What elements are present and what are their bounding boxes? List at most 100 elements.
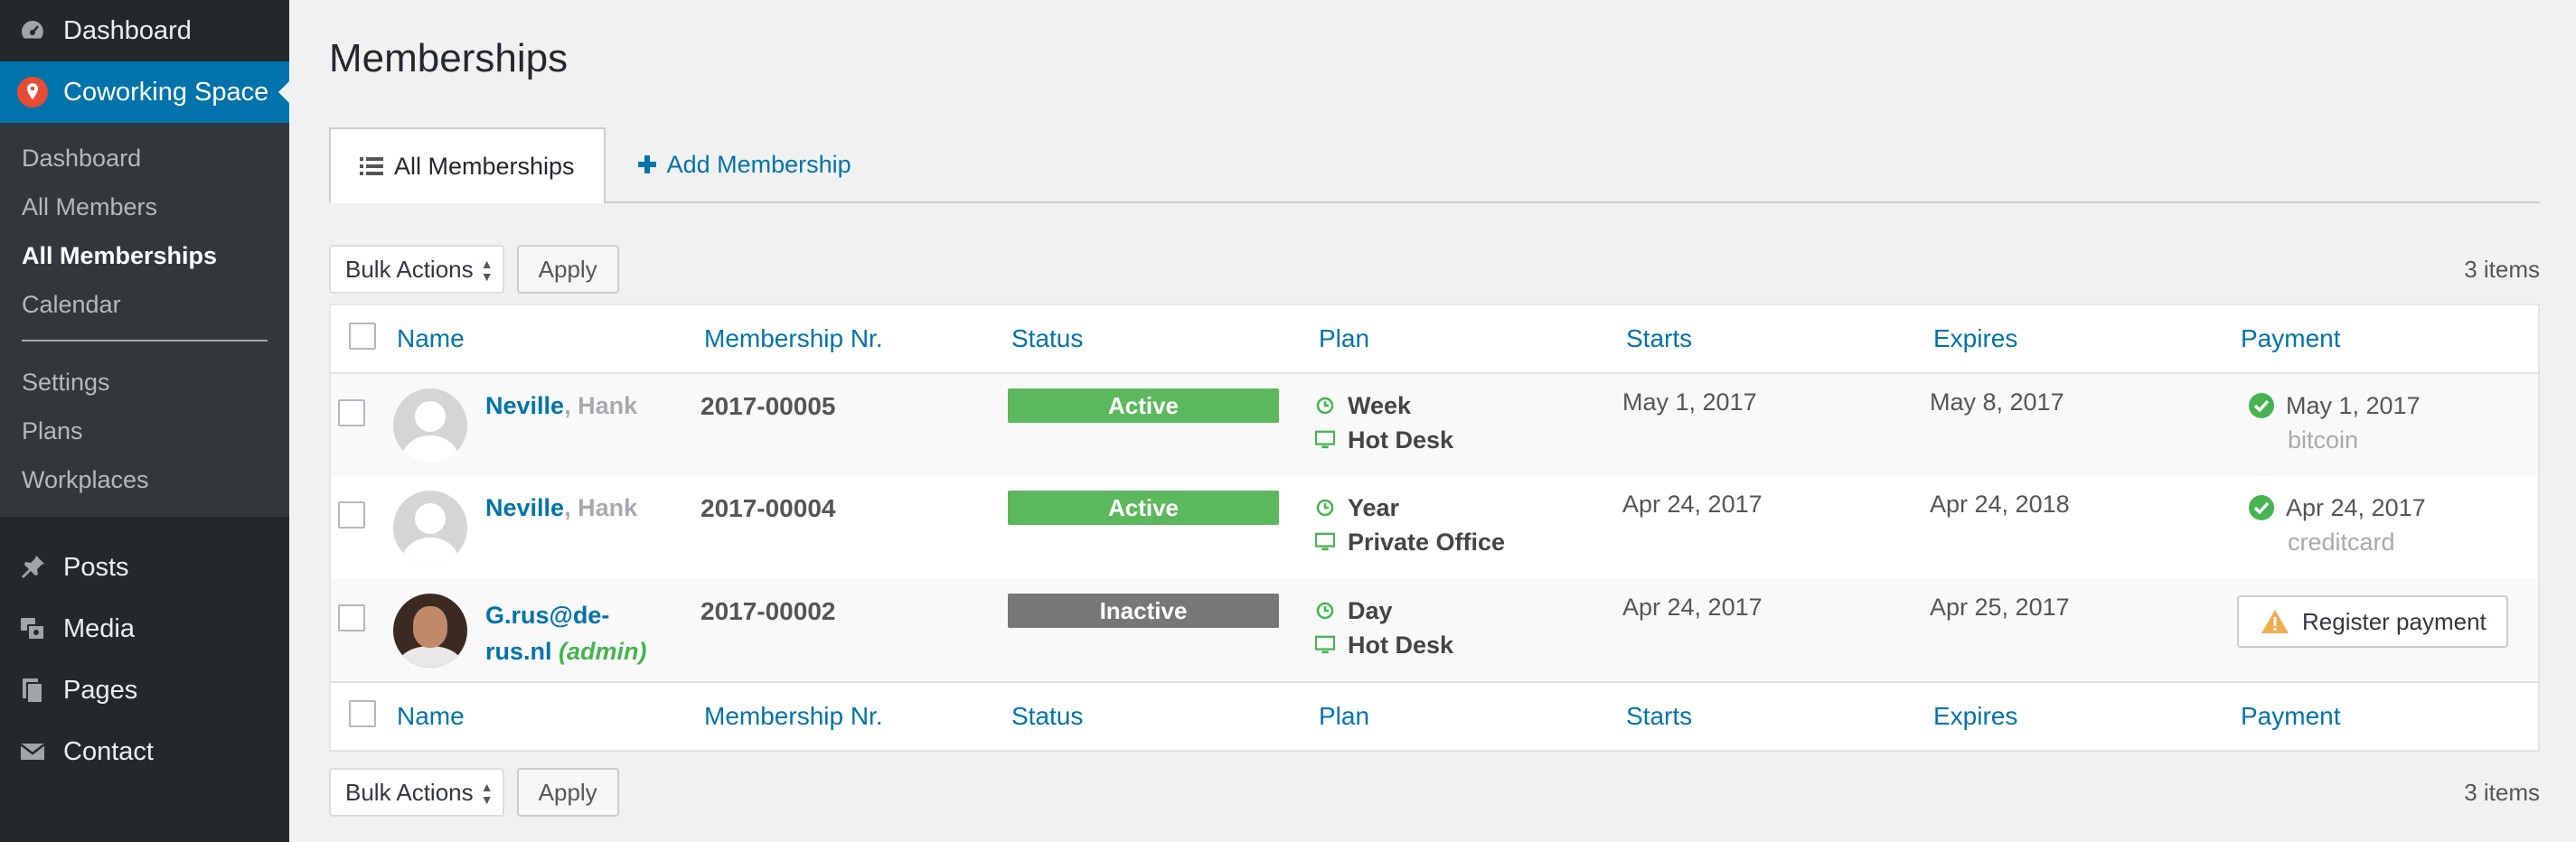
register-payment-button[interactable]: Register payment — [2237, 595, 2508, 648]
row-checkbox[interactable] — [338, 604, 365, 632]
bulk-actions-label: Bulk Actions — [345, 778, 474, 806]
menu-dashboard[interactable]: Dashboard — [0, 0, 289, 61]
avatar — [393, 388, 467, 463]
member-first-name: Hank — [578, 392, 638, 419]
starts-date: Apr 24, 2017 — [1622, 491, 1763, 518]
menu-contact-label: Contact — [63, 736, 154, 766]
col-plan[interactable]: Plan — [1315, 304, 1622, 374]
tab-add-membership[interactable]: Add Membership — [606, 127, 851, 201]
admin-sidebar: Dashboard Coworking Space Dashboard All … — [0, 0, 289, 842]
col-payment[interactable]: Payment — [2237, 304, 2539, 374]
menu-dashboard-label: Dashboard — [63, 15, 192, 45]
submenu-calendar[interactable]: Calendar — [0, 280, 289, 329]
avatar — [393, 491, 467, 565]
col-starts[interactable]: Starts — [1622, 304, 1930, 374]
member-email-cont[interactable]: rus.nl — [485, 638, 552, 665]
plan-period: Day — [1348, 597, 1393, 624]
media-icon — [16, 613, 49, 645]
register-payment-label: Register payment — [2302, 607, 2487, 635]
row-checkbox[interactable] — [338, 501, 365, 529]
tab-add-label: Add Membership — [666, 150, 851, 178]
table-row: Neville, Hank 2017-00004 Active Year Pri… — [330, 476, 2539, 579]
plan-period: Week — [1348, 392, 1412, 419]
warning-icon — [2261, 609, 2289, 634]
mail-icon — [16, 735, 49, 768]
payment-date: Apr 24, 2017 — [2286, 494, 2426, 521]
table-row: G.rus@de- rus.nl (admin) 2017-00002 Inac… — [330, 579, 2539, 682]
col-expires-footer[interactable]: Expires — [1930, 681, 2237, 751]
expires-date: May 8, 2017 — [1930, 388, 2064, 416]
role-badge: (admin) — [559, 638, 647, 665]
tablenav-bottom: Bulk Actions ▲ ▼ Apply 3 items — [329, 766, 2540, 819]
menu-contact[interactable]: Contact — [0, 721, 289, 782]
desktop-icon — [1315, 635, 1335, 655]
pin-icon — [16, 551, 49, 584]
memberships-table: Name Membership Nr. Status Plan Starts E… — [329, 304, 2540, 752]
apply-button[interactable]: Apply — [516, 245, 619, 294]
bulk-actions-select[interactable]: Bulk Actions ▲ ▼ — [329, 245, 504, 294]
membership-nr: 2017-00005 — [700, 392, 836, 420]
col-status-footer[interactable]: Status — [1008, 681, 1315, 751]
clock-icon — [1315, 499, 1335, 517]
submenu-dashboard[interactable]: Dashboard — [0, 134, 289, 182]
member-email[interactable]: G.rus@de- — [485, 602, 609, 629]
desktop-icon — [1315, 532, 1335, 552]
col-name[interactable]: Name — [393, 304, 700, 374]
submenu-all-members[interactable]: All Members — [0, 182, 289, 231]
member-last-name[interactable]: Neville — [485, 392, 564, 419]
items-count: 3 items — [2464, 255, 2540, 283]
status-badge: Inactive — [1008, 594, 1279, 628]
menu-posts[interactable]: Posts — [0, 537, 289, 598]
page-title: Memberships — [329, 36, 569, 80]
col-name-footer[interactable]: Name — [393, 681, 700, 751]
table-row: Neville, Hank 2017-00005 Active Week Hot… — [330, 373, 2539, 476]
submenu-divider — [22, 340, 268, 341]
menu-posts-label: Posts — [63, 552, 129, 582]
submenu-workplaces[interactable]: Workplaces — [0, 455, 289, 504]
menu-media-label: Media — [63, 613, 135, 643]
expires-date: Apr 24, 2018 — [1930, 491, 2070, 518]
select-all-checkbox-footer[interactable] — [349, 699, 376, 727]
select-all-checkbox[interactable] — [349, 322, 376, 350]
membership-nr: 2017-00004 — [700, 494, 836, 522]
submenu-settings[interactable]: Settings — [0, 358, 289, 407]
col-status[interactable]: Status — [1008, 304, 1315, 374]
row-checkbox[interactable] — [338, 399, 365, 426]
payment-method: creditcard — [2288, 529, 2395, 556]
coworking-submenu: Dashboard All Members All Memberships Ca… — [0, 123, 289, 517]
submenu-all-memberships[interactable]: All Memberships — [0, 231, 289, 280]
menu-pages[interactable]: Pages — [0, 660, 289, 721]
menu-media[interactable]: Media — [0, 598, 289, 660]
col-plan-footer[interactable]: Plan — [1315, 681, 1622, 751]
menu-pages-label: Pages — [63, 675, 138, 705]
menu-coworking-space[interactable]: Coworking Space — [0, 61, 289, 123]
pages-icon — [16, 674, 49, 706]
dashboard-icon — [16, 14, 49, 47]
submenu-plans[interactable]: Plans — [0, 407, 289, 455]
tablenav-top: Bulk Actions ▲ ▼ Apply 3 items — [329, 243, 2540, 295]
items-count-bottom: 3 items — [2464, 778, 2540, 806]
clock-icon — [1315, 397, 1335, 415]
status-badge: Active — [1008, 491, 1279, 525]
bulk-actions-select-bottom[interactable]: Bulk Actions ▲ ▼ — [329, 768, 504, 817]
col-membership-nr[interactable]: Membership Nr. — [700, 304, 1008, 374]
col-payment-footer[interactable]: Payment — [2237, 681, 2539, 751]
member-first-name: Hank — [578, 494, 638, 521]
payment-date: May 1, 2017 — [2286, 392, 2421, 419]
check-circle-icon — [2248, 494, 2275, 521]
plan-workplace: Private Office — [1348, 529, 1506, 556]
col-starts-footer[interactable]: Starts — [1622, 681, 1930, 751]
check-circle-icon — [2248, 392, 2275, 419]
col-membership-nr-footer[interactable]: Membership Nr. — [700, 681, 1008, 751]
name-separator: , — [564, 494, 578, 521]
plan-workplace: Hot Desk — [1348, 632, 1454, 659]
clock-icon — [1315, 602, 1335, 620]
starts-date: May 1, 2017 — [1622, 388, 1757, 416]
membership-nr: 2017-00002 — [700, 597, 836, 625]
main-content: Memberships All Memberships Add Membersh… — [329, 0, 2540, 819]
col-expires[interactable]: Expires — [1930, 304, 2237, 374]
member-last-name[interactable]: Neville — [485, 494, 564, 521]
list-icon — [360, 156, 383, 176]
tab-all-memberships[interactable]: All Memberships — [329, 127, 606, 203]
apply-button-bottom[interactable]: Apply — [516, 768, 619, 817]
